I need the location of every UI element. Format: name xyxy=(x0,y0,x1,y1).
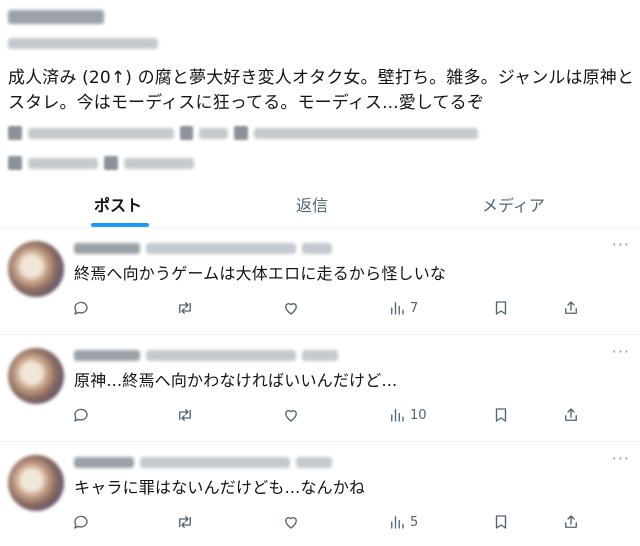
views-count: 7 xyxy=(410,300,419,316)
tweet[interactable]: ··· 終焉へ向かうゲームは大体エロに走るから怪しいな 7 xyxy=(0,229,640,335)
retweet-icon xyxy=(179,409,191,421)
bookmark-button[interactable] xyxy=(492,404,510,426)
views-chart-icon xyxy=(391,516,404,529)
following-label-redacted[interactable] xyxy=(28,157,98,169)
heart-icon xyxy=(285,303,297,315)
profile-meta-row xyxy=(8,126,478,140)
reply-button[interactable] xyxy=(72,297,90,319)
like-button[interactable] xyxy=(282,297,300,319)
tweet[interactable]: ··· キャラに罪はないんだけども...なんかね 5 xyxy=(0,443,640,546)
share-button[interactable] xyxy=(562,511,580,533)
avatar[interactable] xyxy=(8,241,64,297)
share-icon xyxy=(565,515,577,528)
reply-button[interactable] xyxy=(72,511,90,533)
tab-posts-label: ポスト xyxy=(94,195,143,215)
tweet-actions: 7 xyxy=(72,297,592,319)
retweet-button[interactable] xyxy=(176,297,194,319)
tab-replies-label: 返信 xyxy=(296,195,329,215)
avatar[interactable] xyxy=(8,455,64,511)
reply-icon xyxy=(74,301,88,315)
profile-handle-redacted xyxy=(8,38,158,49)
avatar[interactable] xyxy=(8,348,64,404)
tweet-text: キャラに罪はないんだけども...なんかね xyxy=(74,478,366,497)
more-options-icon[interactable]: ··· xyxy=(612,235,630,254)
more-options-icon[interactable]: ··· xyxy=(612,449,630,468)
profile-tabs: ポスト 返信 メディア xyxy=(0,180,640,228)
tab-media-label: メディア xyxy=(482,195,545,215)
bookmark-button[interactable] xyxy=(492,511,510,533)
views-chart-icon xyxy=(391,409,404,422)
tweet-author-redacted xyxy=(74,241,332,255)
views-count: 5 xyxy=(410,514,419,530)
profile-name-redacted xyxy=(8,10,104,24)
share-button[interactable] xyxy=(562,404,580,426)
tab-replies[interactable]: 返信 xyxy=(240,180,390,227)
tab-media[interactable]: メディア xyxy=(390,180,640,227)
profile-meta-redacted xyxy=(199,127,229,139)
views-button[interactable]: 10 xyxy=(388,404,427,426)
tweet[interactable]: ··· 原神...終焉へ向かわなければいいんだけど... 10 xyxy=(0,336,640,442)
share-icon xyxy=(565,408,577,421)
views-button[interactable]: 7 xyxy=(388,297,418,319)
followers-count-redacted[interactable] xyxy=(104,156,118,170)
reply-icon xyxy=(74,408,88,422)
tweet-actions: 10 xyxy=(72,404,592,426)
birthday-icon xyxy=(179,126,194,140)
profile-bio: 成人済み (20↑) の腐と夢大好き変人オタク女。壁打ち。雑多。ジャンルは原神と… xyxy=(8,68,635,113)
reply-icon xyxy=(74,515,88,529)
link-icon xyxy=(234,126,249,140)
more-options-icon[interactable]: ··· xyxy=(612,342,630,361)
heart-icon xyxy=(285,517,297,529)
retweet-icon xyxy=(179,302,191,314)
tweet-actions: 5 xyxy=(72,511,592,533)
like-button[interactable] xyxy=(282,511,300,533)
location-icon xyxy=(8,126,22,140)
views-count: 10 xyxy=(410,407,427,423)
like-button[interactable] xyxy=(282,404,300,426)
profile-link-redacted[interactable] xyxy=(254,127,478,139)
bookmark-icon xyxy=(495,301,507,315)
retweet-button[interactable] xyxy=(176,404,194,426)
retweet-icon xyxy=(179,516,191,528)
active-tab-indicator xyxy=(91,223,149,227)
tab-posts[interactable]: ポスト xyxy=(0,180,240,227)
tweet-text: 原神...終焉へ向かわなければいいんだけど... xyxy=(74,371,398,390)
retweet-button[interactable] xyxy=(176,511,194,533)
profile-follow-row xyxy=(8,156,208,170)
tweet-author-redacted xyxy=(74,348,338,362)
profile-meta-redacted xyxy=(27,127,174,139)
following-count-redacted[interactable] xyxy=(8,156,22,170)
views-button[interactable]: 5 xyxy=(388,511,418,533)
followers-label-redacted[interactable] xyxy=(124,157,194,169)
tweet-text: 終焉へ向かうゲームは大体エロに走るから怪しいな xyxy=(74,264,447,283)
reply-button[interactable] xyxy=(72,404,90,426)
share-icon xyxy=(565,301,577,314)
bookmark-icon xyxy=(495,408,507,422)
bookmark-button[interactable] xyxy=(492,297,510,319)
views-chart-icon xyxy=(391,302,404,315)
heart-icon xyxy=(285,410,297,422)
tweet-author-redacted xyxy=(74,455,332,469)
share-button[interactable] xyxy=(562,297,580,319)
bookmark-icon xyxy=(495,515,507,529)
